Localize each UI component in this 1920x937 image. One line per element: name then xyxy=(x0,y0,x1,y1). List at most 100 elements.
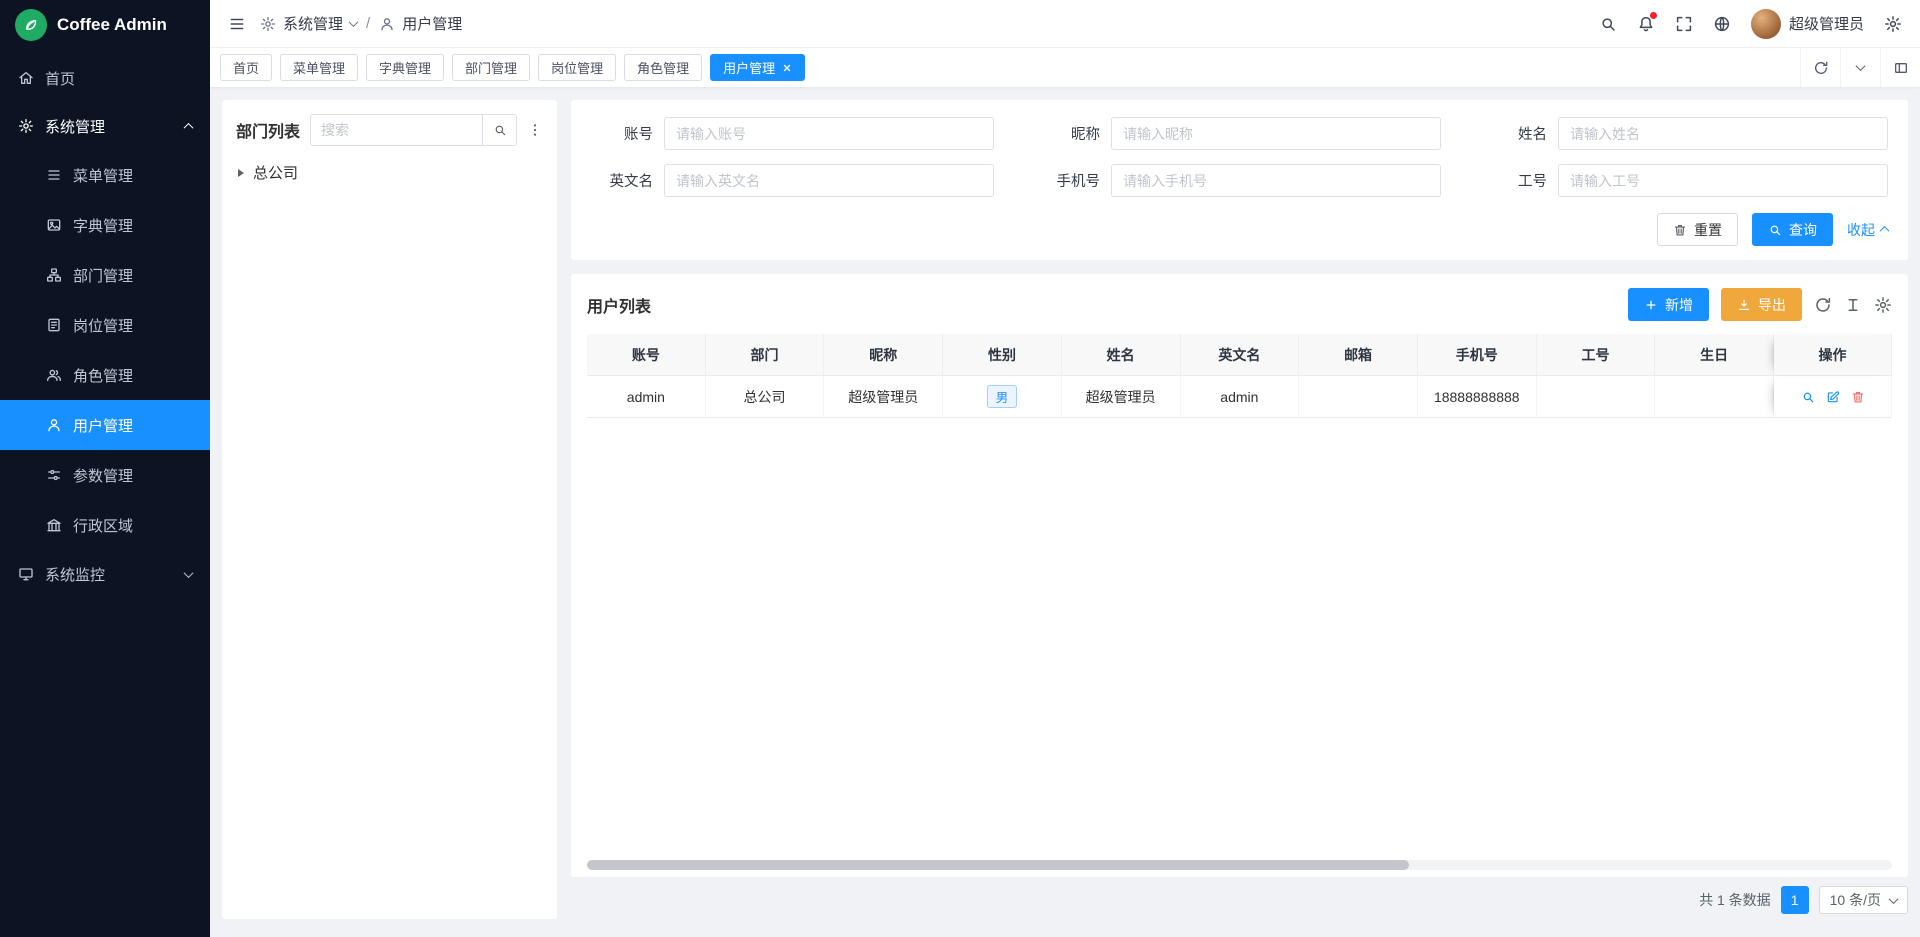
sidebar-item-param-management[interactable]: 参数管理 xyxy=(0,450,210,500)
column-header[interactable]: 姓名 xyxy=(1062,334,1181,376)
search-icon[interactable] xyxy=(1599,15,1617,33)
table-config-gear-icon[interactable] xyxy=(1874,296,1892,314)
column-header[interactable]: 账号 xyxy=(587,334,706,376)
export-button[interactable]: 导出 xyxy=(1721,288,1802,321)
sidebar-item-label: 行政区域 xyxy=(73,515,133,536)
sidebar-item-home[interactable]: 首页 xyxy=(0,54,210,102)
sidebar-item-dictionary-management[interactable]: 字典管理 xyxy=(0,200,210,250)
tab-actions-dropdown[interactable] xyxy=(1840,48,1880,87)
tab-label: 部门管理 xyxy=(465,58,517,77)
collapse-sidebar-icon[interactable] xyxy=(228,15,246,33)
job-number-input[interactable] xyxy=(1558,164,1888,197)
pagination-page-1[interactable]: 1 xyxy=(1781,886,1809,914)
column-header[interactable]: 昵称 xyxy=(824,334,943,376)
collapse-form-link[interactable]: 收起 xyxy=(1847,220,1888,240)
notification-bell-icon[interactable] xyxy=(1637,15,1655,33)
cell-phone: 18888888888 xyxy=(1418,376,1537,418)
fullscreen-icon[interactable] xyxy=(1675,15,1693,33)
plus-icon xyxy=(1644,298,1658,312)
tab-menu-management[interactable]: 菜单管理 xyxy=(280,54,358,81)
column-header[interactable]: 工号 xyxy=(1537,334,1656,376)
account-input[interactable] xyxy=(664,117,994,150)
department-search-input[interactable] xyxy=(311,122,482,138)
column-header[interactable]: 邮箱 xyxy=(1299,334,1418,376)
name-input[interactable] xyxy=(1558,117,1888,150)
delete-row-icon[interactable] xyxy=(1851,390,1865,404)
tab-post-management[interactable]: 岗位管理 xyxy=(538,54,616,81)
sidebar-item-user-management[interactable]: 用户管理 xyxy=(0,400,210,450)
cell-english-name: admin xyxy=(1181,376,1300,418)
department-search xyxy=(310,114,517,146)
sidebar-item-label: 部门管理 xyxy=(73,265,133,286)
column-header[interactable]: 英文名 xyxy=(1181,334,1300,376)
search-icon xyxy=(1768,223,1782,237)
content: 部门列表 总公司 账号 xyxy=(210,88,1920,937)
user-icon xyxy=(379,16,395,32)
sidebar-item-post-management[interactable]: 岗位管理 xyxy=(0,300,210,350)
page-size-select[interactable]: 10 条/页 xyxy=(1819,886,1908,914)
user-menu[interactable]: 超级管理员 xyxy=(1751,9,1864,39)
department-search-button[interactable] xyxy=(482,115,516,145)
reset-button[interactable]: 重置 xyxy=(1657,213,1738,246)
view-row-icon[interactable] xyxy=(1801,390,1815,404)
sidebar-item-role-management[interactable]: 角色管理 xyxy=(0,350,210,400)
role-icon xyxy=(46,367,62,383)
table-row[interactable]: admin 总公司 超级管理员 男 超级管理员 admin 1888888888… xyxy=(587,376,1892,418)
column-header[interactable]: 部门 xyxy=(706,334,825,376)
sidebar-item-label: 字典管理 xyxy=(73,215,133,236)
field-label: 姓名 xyxy=(1485,123,1547,144)
nickname-input[interactable] xyxy=(1111,117,1441,150)
sidebar-item-region-management[interactable]: 行政区域 xyxy=(0,500,210,550)
translate-icon[interactable] xyxy=(1713,15,1731,33)
sidebar-item-department-management[interactable]: 部门管理 xyxy=(0,250,210,300)
tab-dictionary-management[interactable]: 字典管理 xyxy=(366,54,444,81)
settings-gear-icon[interactable] xyxy=(1884,15,1902,33)
column-settings-icon[interactable] xyxy=(1844,296,1862,314)
tab-label: 用户管理 xyxy=(723,58,775,77)
cell-account: admin xyxy=(587,376,706,418)
tab-role-management[interactable]: 角色管理 xyxy=(624,54,702,81)
collapse-link-label: 收起 xyxy=(1847,220,1875,240)
tree-expand-icon[interactable] xyxy=(238,169,244,177)
monitor-icon xyxy=(18,566,34,582)
cell-gender: 男 xyxy=(943,376,1062,418)
edit-row-icon[interactable] xyxy=(1826,390,1840,404)
user-list-title: 用户列表 xyxy=(587,293,651,317)
refresh-icon[interactable] xyxy=(1800,48,1840,87)
horizontal-scrollbar-thumb[interactable] xyxy=(587,860,1409,870)
chevron-up-icon xyxy=(184,122,194,132)
phone-input[interactable] xyxy=(1111,164,1441,197)
table-toolbar: 新增 导出 xyxy=(1628,288,1892,321)
field-job-number: 工号 xyxy=(1485,164,1888,197)
layout-icon[interactable] xyxy=(1880,48,1920,87)
add-user-button[interactable]: 新增 xyxy=(1628,288,1709,321)
column-header[interactable]: 手机号 xyxy=(1418,334,1537,376)
tab-user-management[interactable]: 用户管理 xyxy=(710,54,805,81)
english-name-input[interactable] xyxy=(664,164,994,197)
cell-email xyxy=(1299,376,1418,418)
department-more-menu-icon[interactable] xyxy=(527,122,543,138)
column-header[interactable]: 性别 xyxy=(943,334,1062,376)
tab-home[interactable]: 首页 xyxy=(220,54,272,81)
query-button[interactable]: 查询 xyxy=(1752,213,1833,246)
sidebar-item-system-monitor[interactable]: 系统监控 xyxy=(0,550,210,598)
refresh-table-icon[interactable] xyxy=(1814,296,1832,314)
department-panel-header: 部门列表 xyxy=(236,114,543,146)
column-header[interactable]: 生日 xyxy=(1655,334,1774,376)
tab-department-management[interactable]: 部门管理 xyxy=(452,54,530,81)
dictionary-icon xyxy=(46,217,62,233)
sidebar-item-menu-management[interactable]: 菜单管理 xyxy=(0,150,210,200)
tab-label: 首页 xyxy=(233,58,259,77)
tree-node-head-office[interactable]: 总公司 xyxy=(236,159,543,186)
sidebar-item-label: 用户管理 xyxy=(73,415,133,436)
close-icon[interactable] xyxy=(782,63,792,73)
user-name: 超级管理员 xyxy=(1789,13,1864,34)
main-area: 系统管理 / 用户管理 超级管理员 xyxy=(210,0,1920,937)
breadcrumb-item-system[interactable]: 系统管理 xyxy=(283,13,343,34)
sidebar-item-system-management[interactable]: 系统管理 xyxy=(0,102,210,150)
add-button-label: 新增 xyxy=(1665,295,1693,315)
tree-node-label: 总公司 xyxy=(253,162,298,183)
search-form-card: 账号 昵称 姓名 英文名 xyxy=(571,100,1908,260)
pagination: 共 1 条数据 1 10 条/页 xyxy=(571,881,1908,919)
logo[interactable]: Coffee Admin xyxy=(0,0,210,50)
